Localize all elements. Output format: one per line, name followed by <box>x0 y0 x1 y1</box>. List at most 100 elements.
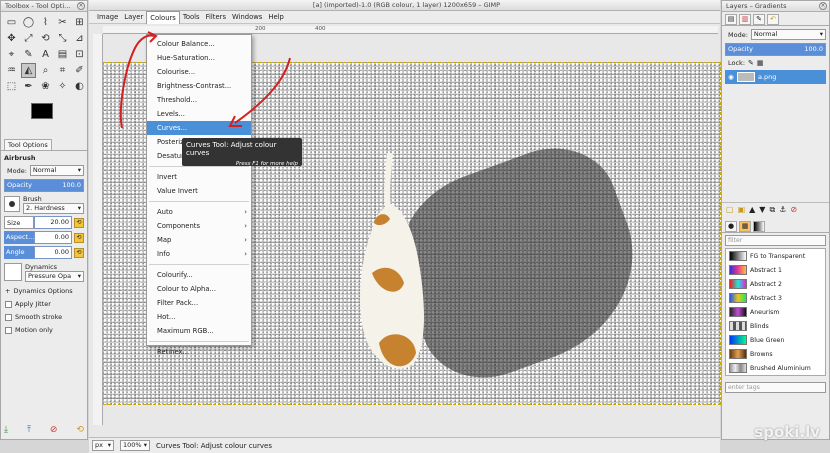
eye-icon[interactable]: ◉ <box>725 73 737 81</box>
menu-item-maximum-rgb[interactable]: Maximum RGB... <box>147 324 251 338</box>
menu-item-colour-to-alpha[interactable]: Colour to Alpha... <box>147 282 251 296</box>
tool-button[interactable]: ⌇ <box>38 15 53 30</box>
lower-layer-icon[interactable]: ▼ <box>759 205 765 215</box>
aspect-slider[interactable]: 0.00 <box>34 231 72 244</box>
tab-gradients[interactable] <box>753 221 765 232</box>
tool-button[interactable]: ⊿ <box>72 31 87 46</box>
tool-button[interactable]: ▭ <box>4 15 19 30</box>
tab-tool-options[interactable]: Tool Options <box>4 139 52 150</box>
tool-button[interactable]: ⌗ <box>55 63 70 78</box>
tab-layers[interactable]: ▤ <box>725 14 737 25</box>
new-layer-icon[interactable]: ▢ <box>726 205 734 215</box>
tool-button[interactable]: ⊞ <box>72 15 87 30</box>
lock-pixels-icon[interactable]: ✎ <box>748 59 754 67</box>
menu-item-auto[interactable]: Auto › <box>147 205 251 219</box>
mode-select[interactable]: Normal <box>29 165 84 176</box>
menu-item-curves[interactable]: Curves... <box>147 121 251 135</box>
tool-button[interactable]: ⊡ <box>72 47 87 62</box>
menu-item-info[interactable]: Info › <box>147 247 251 261</box>
tool-button[interactable]: ▤ <box>55 47 70 62</box>
layer-opacity-slider[interactable]: Opacity 100.0 <box>725 43 826 56</box>
apply-jitter-checkbox[interactable]: Apply Jitter <box>5 298 83 310</box>
brush-preview-icon[interactable] <box>4 196 20 212</box>
unit-select[interactable]: px <box>92 440 114 451</box>
new-group-icon[interactable]: ▣ <box>738 205 746 215</box>
reset-options-icon[interactable]: ⟲ <box>76 425 84 437</box>
tab-undo[interactable]: ↶ <box>767 14 779 25</box>
tool-button[interactable]: ◭ <box>21 63 36 78</box>
delete-layer-icon[interactable]: ⊘ <box>790 205 797 215</box>
tab-brushes[interactable]: ● <box>725 221 737 232</box>
tag-input[interactable]: enter tags <box>725 382 826 393</box>
anchor-layer-icon[interactable]: ⚓ <box>779 205 786 215</box>
gradient-item[interactable]: Browns <box>726 347 825 361</box>
tool-button[interactable]: ❀ <box>38 79 53 94</box>
menu-item-hue-saturation[interactable]: Hue-Saturation... <box>147 51 251 65</box>
motion-only-checkbox[interactable]: Motion only <box>5 324 83 336</box>
menu-image[interactable]: Image <box>94 11 121 23</box>
menu-item-colourify[interactable]: Colourify... <box>147 268 251 282</box>
gradient-item[interactable]: Blinds <box>726 319 825 333</box>
menu-item-levels[interactable]: Levels... <box>147 107 251 121</box>
smooth-stroke-checkbox[interactable]: Smooth stroke <box>5 311 83 323</box>
tab-channels[interactable]: ▥ <box>739 14 751 25</box>
tool-button[interactable]: ⤢ <box>21 31 36 46</box>
menu-layer[interactable]: Layer <box>121 11 146 23</box>
reset-aspect-icon[interactable]: ⟲ <box>74 232 84 243</box>
menu-item-filter-pack[interactable]: Filter Pack... <box>147 296 251 310</box>
gradient-item[interactable]: Blue Green <box>726 333 825 347</box>
menu-item-brightness-contrast[interactable]: Brightness-Contrast... <box>147 79 251 93</box>
gradient-item[interactable]: Aneurism <box>726 305 825 319</box>
tool-button[interactable]: ⟲ <box>38 31 53 46</box>
size-slider[interactable]: 20.00 <box>34 216 72 229</box>
gradient-item[interactable]: FG to Transparent <box>726 249 825 263</box>
tool-button[interactable]: ⌕ <box>38 63 53 78</box>
tool-button[interactable]: ⌖ <box>4 47 19 62</box>
vertical-ruler[interactable] <box>93 34 103 425</box>
tool-button[interactable]: ✥ <box>4 31 19 46</box>
menu-filters[interactable]: Filters <box>203 11 229 23</box>
close-icon[interactable]: × <box>819 2 827 10</box>
menu-item-retinex[interactable]: Retinex... <box>147 345 251 359</box>
menu-item-threshold[interactable]: Threshold... <box>147 93 251 107</box>
dynamics-select[interactable]: Pressure Opa <box>25 270 84 282</box>
reset-size-icon[interactable]: ⟲ <box>74 217 84 228</box>
menu-tools[interactable]: Tools <box>180 11 203 23</box>
color-selector[interactable] <box>5 99 83 137</box>
gradient-item[interactable]: Abstract 3 <box>726 291 825 305</box>
menu-item-colour-balance[interactable]: Colour Balance... <box>147 37 251 51</box>
dynamics-options-expander[interactable]: + Dynamics Options <box>5 285 83 297</box>
tab-patterns[interactable]: ▦ <box>739 221 751 232</box>
gradient-item[interactable]: Brushed Aluminium <box>726 361 825 375</box>
menu-windows[interactable]: Windows <box>229 11 265 23</box>
layer-item[interactable]: ◉ a.png <box>725 70 826 84</box>
tab-paths[interactable]: ✎ <box>753 14 765 25</box>
tool-button[interactable]: ✧ <box>55 79 70 94</box>
menu-item-invert[interactable]: Invert <box>147 170 251 184</box>
menu-item-colourise[interactable]: Colourise... <box>147 65 251 79</box>
layer-mode-select[interactable]: Normal <box>750 29 826 40</box>
menu-help[interactable]: Help <box>265 11 287 23</box>
tool-button[interactable]: ✒ <box>21 79 36 94</box>
tool-button[interactable]: ◐ <box>72 79 87 94</box>
brush-select[interactable]: 2. Hardness <box>23 202 84 214</box>
reset-angle-icon[interactable]: ⟲ <box>74 247 84 258</box>
tool-button[interactable]: A <box>38 47 53 62</box>
menu-item-hot[interactable]: Hot... <box>147 310 251 324</box>
menu-item-components[interactable]: Components › <box>147 219 251 233</box>
restore-options-icon[interactable]: ⤒ <box>27 425 31 437</box>
tool-button[interactable]: ✎ <box>21 47 36 62</box>
gradient-filter[interactable]: filter <box>725 235 826 246</box>
dynamics-preview-icon[interactable] <box>4 263 22 281</box>
angle-slider[interactable]: 0.00 <box>34 246 72 259</box>
menu-colours[interactable]: Colours <box>146 10 180 24</box>
zoom-select[interactable]: 100% <box>120 440 150 451</box>
tool-button[interactable]: ⬚ <box>4 79 19 94</box>
tool-button[interactable]: ◯ <box>21 15 36 30</box>
delete-options-icon[interactable]: ⊘ <box>50 425 58 437</box>
raise-layer-icon[interactable]: ▲ <box>749 205 755 215</box>
save-options-icon[interactable]: ⤓ <box>4 425 8 437</box>
menu-item-value-invert[interactable]: Value Invert <box>147 184 251 198</box>
tool-button[interactable]: ⤡ <box>55 31 70 46</box>
close-icon[interactable]: × <box>77 2 85 10</box>
